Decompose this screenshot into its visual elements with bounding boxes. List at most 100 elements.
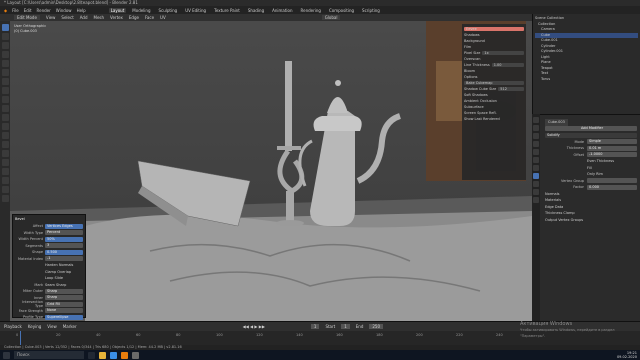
outliner-item[interactable]: Torus (535, 77, 638, 83)
scale-icon[interactable] (1, 60, 9, 67)
play-icon[interactable]: ◀◀ ◀ ▶ ▶▶ (243, 324, 265, 329)
only-rim-checkbox[interactable]: Only Rim (587, 171, 603, 178)
menu-face[interactable]: Face (145, 15, 154, 20)
start-frame-field[interactable]: 1 (341, 324, 350, 329)
watermark-line2: Чтобы активировать Windows, перейдите в … (520, 328, 615, 338)
thickness-field[interactable]: 0.01 m (587, 145, 637, 151)
tab-texture-paint[interactable]: Texture Paint (212, 8, 242, 13)
tab-layout[interactable]: Layout (108, 7, 127, 13)
menu-select[interactable]: Select (61, 15, 73, 20)
factor-field[interactable]: 0.000 (587, 184, 637, 190)
menu-edge[interactable]: Edge (129, 15, 139, 20)
select-box-icon[interactable] (1, 24, 9, 31)
menu-add[interactable]: Add (80, 15, 88, 20)
tab-sculpting[interactable]: Sculpting (157, 8, 180, 13)
explorer-icon[interactable] (99, 351, 106, 359)
modifier-name[interactable]: Solidify (545, 132, 637, 138)
activation-watermark: Активация Windows Чтобы активировать Win… (520, 321, 640, 339)
offset-field[interactable]: -1.0000 (587, 152, 637, 158)
rip-icon[interactable] (1, 195, 9, 202)
rotate-icon[interactable] (1, 51, 9, 58)
mode-field[interactable]: Simple (587, 139, 637, 145)
annotate-icon[interactable] (1, 78, 9, 85)
browser-icon[interactable] (110, 351, 117, 359)
menu-render[interactable]: Render (37, 8, 51, 13)
tab-shading[interactable]: Shading (246, 8, 266, 13)
move-icon[interactable] (1, 42, 9, 49)
shear-icon[interactable] (1, 186, 9, 193)
tab-modeling[interactable]: Modeling (130, 8, 152, 13)
tab-scripting[interactable]: Scripting (360, 8, 382, 13)
knife-icon[interactable] (1, 132, 9, 139)
timeline-tick-label: 100 (216, 333, 223, 337)
taskbar-search[interactable]: Поиск (14, 351, 84, 359)
poly-build-icon[interactable] (1, 141, 9, 148)
taskbar: Поиск 19:21 09.02.2020 (0, 350, 640, 360)
menu-help[interactable]: Help (77, 8, 86, 13)
timeline-tick-label: 240 (496, 333, 503, 337)
tray-clock[interactable]: 19:21 09.02.2020 (617, 351, 640, 359)
object-name[interactable]: Cube.003 (545, 119, 568, 126)
app-icon[interactable] (132, 351, 139, 359)
menu-file[interactable]: File (12, 8, 19, 13)
outliner: Scene Collection Collection Camera Cube … (532, 14, 640, 114)
timeline-menu-playback[interactable]: Playback (4, 324, 22, 329)
bevel-icon[interactable] (1, 114, 9, 121)
task-view-icon[interactable] (88, 351, 95, 359)
menu-view[interactable]: View (46, 15, 56, 20)
output-tab-icon[interactable] (533, 133, 539, 139)
modifier-tab-icon[interactable] (533, 173, 539, 179)
timeline-tick-label: 80 (176, 333, 181, 337)
end-frame-field[interactable]: 250 (369, 324, 384, 329)
orientation-dropdown[interactable]: Global (321, 15, 341, 20)
vertex-group-field[interactable] (587, 178, 637, 184)
current-frame-field[interactable]: 1 (310, 324, 320, 329)
measure-icon[interactable] (1, 87, 9, 94)
tab-uv-editing[interactable]: UV Editing (183, 8, 208, 13)
clock-date: 09.02.2020 (616, 355, 637, 359)
view-layer-tab-icon[interactable] (533, 141, 539, 147)
cursor-icon[interactable] (1, 33, 9, 40)
timeline-tick-label: 120 (256, 333, 263, 337)
menu-window[interactable]: Window (56, 8, 72, 13)
properties-editor: Cube.003 Add Modifier Solidify Mode Simpl… (532, 114, 640, 321)
workspace-tabs: Layout Modeling Sculpting UV Editing Tex… (108, 7, 382, 13)
render-properties-panel: Eevee Shadows Background Film Pixel Size… (462, 24, 526, 180)
timeline-menu-keying[interactable]: Keying (28, 324, 41, 329)
windows-start-icon[interactable] (3, 351, 10, 359)
mode-dropdown[interactable]: Edit Mode (14, 15, 40, 20)
timeline-menu-marker[interactable]: Marker (63, 324, 77, 329)
spin-icon[interactable] (1, 150, 9, 157)
transform-icon[interactable] (1, 69, 9, 76)
viewport-header: Edit Mode View Select Add Mesh Vertex Ed… (0, 14, 532, 21)
tab-compositing[interactable]: Compositing (327, 8, 356, 13)
render-tab-icon[interactable] (533, 125, 539, 131)
tool-tab-icon[interactable] (533, 117, 539, 123)
add-modifier-button[interactable]: Add Modifier (545, 126, 637, 132)
tab-rendering[interactable]: Rendering (299, 8, 323, 13)
timeline-tick-label: 160 (336, 333, 343, 337)
smooth-icon[interactable] (1, 159, 9, 166)
menu-mesh[interactable]: Mesh (94, 15, 105, 20)
loop-cut-icon[interactable] (1, 123, 9, 130)
scene-tab-icon[interactable] (533, 149, 539, 155)
inset-icon[interactable] (1, 105, 9, 112)
material-tab-icon[interactable] (533, 197, 539, 203)
world-tab-icon[interactable] (533, 157, 539, 163)
playhead[interactable] (20, 331, 21, 345)
edge-slide-icon[interactable] (1, 168, 9, 175)
blender-taskbar-icon[interactable] (121, 351, 128, 359)
menu-uv[interactable]: UV (160, 15, 166, 20)
tab-animation[interactable]: Animation (270, 8, 294, 13)
timeline-menu-view[interactable]: View (47, 324, 57, 329)
n-row-15[interactable]: Show Last Rendered (464, 116, 524, 122)
section-output-vertex-groups[interactable]: Output Vertex Groups (533, 217, 640, 224)
particles-tab-icon[interactable] (533, 181, 539, 187)
menu-vertex[interactable]: Vertex (110, 15, 123, 20)
blender-logo-icon[interactable]: ◆ (4, 8, 7, 13)
menu-edit[interactable]: Edit (24, 8, 32, 13)
shrink-fatten-icon[interactable] (1, 177, 9, 184)
physics-tab-icon[interactable] (533, 189, 539, 195)
extrude-icon[interactable] (1, 96, 9, 103)
object-tab-icon[interactable] (533, 165, 539, 171)
